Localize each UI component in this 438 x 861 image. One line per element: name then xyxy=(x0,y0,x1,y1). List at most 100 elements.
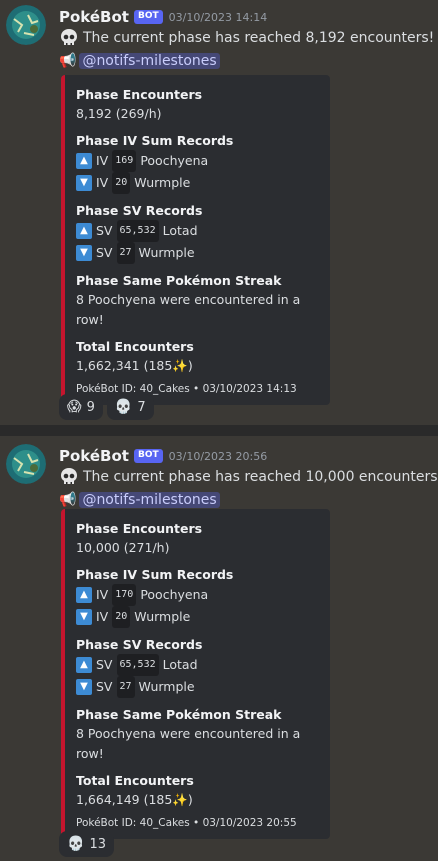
record-prefix: IV xyxy=(96,609,109,624)
total-value: 1,662,341 (185 xyxy=(76,358,173,373)
role-mention[interactable]: @notifs-milestones xyxy=(79,53,220,69)
avatar[interactable] xyxy=(6,5,46,45)
field-streak: Phase Same Pokémon Streak 8 Poochyena we… xyxy=(76,705,320,764)
timestamp[interactable]: 03/10/2023 20:56 xyxy=(169,450,268,463)
field-total-encounters: Total Encounters 1,662,341 (185 ✨ ) xyxy=(76,337,320,376)
bot-tag: BOT xyxy=(133,10,163,24)
message-header: PokéBot BOT 03/10/2023 20:56 xyxy=(59,444,267,468)
field-streak: Phase Same Pokémon Streak 8 Poochyena we… xyxy=(76,271,320,330)
embed: Phase Encounters 10,000 (271/h) Phase IV… xyxy=(61,509,330,839)
field-name: Phase SV Records xyxy=(76,637,203,652)
message-text: The current phase has reached 8,192 enco… xyxy=(83,30,435,46)
arrow-up-icon: ▲ xyxy=(76,153,92,169)
role-mention[interactable]: @notifs-milestones xyxy=(79,492,220,508)
message-text-line: The current phase has reached 10,000 enc… xyxy=(59,466,438,488)
arrow-up-icon: ▲ xyxy=(76,657,92,673)
record-name: Lotad xyxy=(162,223,198,238)
record-code: 20 xyxy=(112,172,131,194)
record-prefix: IV xyxy=(96,175,109,190)
total-suffix: ) xyxy=(187,358,193,373)
field-sv-records: Phase SV Records ▲ SV 65,532 Lotad ▼ SV … xyxy=(76,635,320,698)
field-name: Phase IV Sum Records xyxy=(76,133,234,148)
field-name: Phase Same Pokémon Streak xyxy=(76,273,282,288)
record-name: Lotad xyxy=(162,657,198,672)
total-value: 1,664,149 (185 xyxy=(76,792,173,807)
embed-footer: PokéBot ID: 40_Cakes • 03/10/2023 20:55 xyxy=(76,817,297,829)
bot-tag: BOT xyxy=(133,449,163,463)
record-prefix: IV xyxy=(96,153,109,168)
reaction-count: 9 xyxy=(86,399,95,415)
iv-down-record: ▼ IV 20 Wurmple xyxy=(76,172,320,194)
record-code: 170 xyxy=(112,584,137,606)
arrow-up-icon: ▲ xyxy=(76,223,92,239)
field-value: 1,664,149 (185 ✨ ) xyxy=(76,790,320,810)
total-suffix: ) xyxy=(187,792,193,807)
record-name: Poochyena xyxy=(140,153,209,168)
field-value: 10,000 (271/h) xyxy=(76,540,170,555)
field-iv-records: Phase IV Sum Records ▲ IV 170 Poochyena … xyxy=(76,565,320,628)
mention-line: 📢 @notifs-milestones xyxy=(59,489,220,511)
record-name: Wurmple xyxy=(134,609,191,624)
arrow-down-icon: ▼ xyxy=(76,679,92,695)
message-header: PokéBot BOT 03/10/2023 14:14 xyxy=(59,5,267,29)
sparkles-icon: ✨ xyxy=(172,792,188,807)
record-name: Wurmple xyxy=(138,245,195,260)
field-name: Phase IV Sum Records xyxy=(76,567,234,582)
timestamp[interactable]: 03/10/2023 14:14 xyxy=(169,11,268,24)
reaction-count: 13 xyxy=(89,836,106,852)
reaction-skull[interactable]: 💀 7 xyxy=(106,394,154,420)
reactions: 💀 13 xyxy=(59,831,118,857)
record-code: 27 xyxy=(116,676,135,698)
sv-down-record: ▼ SV 27 Wurmple xyxy=(76,242,320,264)
sparkles-icon: ✨ xyxy=(172,358,188,373)
field-iv-records: Phase IV Sum Records ▲ IV 169 Poochyena … xyxy=(76,131,320,194)
pokebot-avatar-icon xyxy=(6,444,46,484)
iv-down-record: ▼ IV 20 Wurmple xyxy=(76,606,320,628)
record-prefix: IV xyxy=(96,587,109,602)
field-name: Phase Encounters xyxy=(76,521,203,536)
field-value: 8,192 (269/h) xyxy=(76,106,162,121)
record-code: 65,532 xyxy=(116,220,159,242)
field-name: Phase Encounters xyxy=(76,87,203,102)
record-code: 27 xyxy=(116,242,135,264)
scream-icon: 😱 xyxy=(67,399,82,415)
megaphone-icon: 📢 xyxy=(59,492,77,508)
field-value: 1,662,341 (185 ✨ ) xyxy=(76,356,320,376)
field-name: Total Encounters xyxy=(76,773,194,788)
skull-icon: 💀 xyxy=(114,399,133,415)
record-code: 65,532 xyxy=(116,654,159,676)
record-code: 169 xyxy=(112,150,137,172)
reaction-skull[interactable]: 💀 13 xyxy=(59,831,114,857)
sv-up-record: ▲ SV 65,532 Lotad xyxy=(76,654,320,676)
username[interactable]: PokéBot xyxy=(59,8,129,26)
reaction-count: 7 xyxy=(137,399,146,415)
record-prefix: SV xyxy=(96,245,113,260)
avatar[interactable] xyxy=(6,444,46,484)
record-prefix: SV xyxy=(96,679,113,694)
field-name: Phase SV Records xyxy=(76,203,203,218)
skull-icon: 💀 xyxy=(67,836,85,852)
message-divider xyxy=(0,425,438,436)
embed: Phase Encounters 8,192 (269/h) Phase IV … xyxy=(61,75,330,405)
field-name: Phase Same Pokémon Streak xyxy=(76,707,282,722)
field-total-encounters: Total Encounters 1,664,149 (185 ✨ ) xyxy=(76,771,320,810)
reaction-scream[interactable]: 😱 9 xyxy=(59,394,103,420)
message-text-line: The current phase has reached 8,192 enco… xyxy=(59,27,434,49)
username[interactable]: PokéBot xyxy=(59,447,129,465)
arrow-down-icon: ▼ xyxy=(76,609,92,625)
sv-down-record: ▼ SV 27 Wurmple xyxy=(76,676,320,698)
field-phase-encounters: Phase Encounters 10,000 (271/h) xyxy=(76,519,320,558)
record-prefix: SV xyxy=(96,223,113,238)
arrow-down-icon: ▼ xyxy=(76,175,92,191)
skull-icon xyxy=(59,28,79,48)
field-phase-encounters: Phase Encounters 8,192 (269/h) xyxy=(76,85,320,124)
record-code: 20 xyxy=(112,606,131,628)
skull-icon xyxy=(59,467,79,487)
record-name: Poochyena xyxy=(140,587,209,602)
field-name: Total Encounters xyxy=(76,339,194,354)
megaphone-icon: 📢 xyxy=(59,53,77,69)
arrow-down-icon: ▼ xyxy=(76,245,92,261)
record-name: Wurmple xyxy=(138,679,195,694)
record-prefix: SV xyxy=(96,657,113,672)
record-name: Wurmple xyxy=(134,175,191,190)
